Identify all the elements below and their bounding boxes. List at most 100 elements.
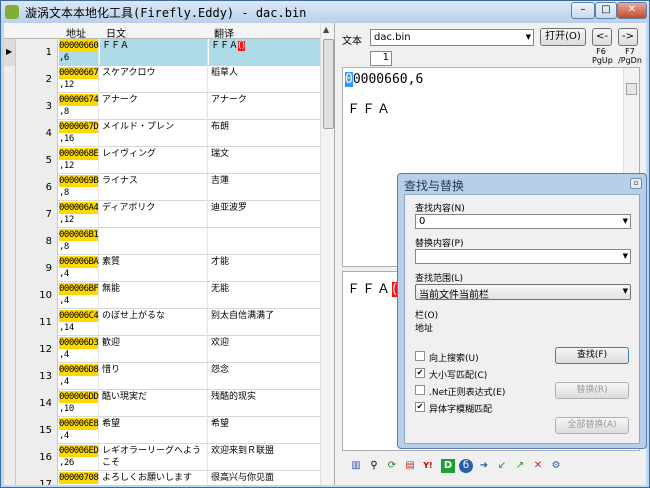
translation-cell[interactable]: 稻草人 bbox=[209, 66, 320, 93]
dialog-title[interactable]: 查找与替换 bbox=[404, 177, 464, 194]
row-selector[interactable] bbox=[4, 120, 16, 147]
table-row[interactable]: 5 0000068E ,12 レイヴィング 瑞文 bbox=[4, 147, 320, 174]
maximize-button[interactable]: □ bbox=[595, 2, 617, 19]
japanese-cell[interactable]: 酷い現実だ bbox=[100, 390, 208, 417]
table-row[interactable]: 9 000006BA ,4 素質 才能 bbox=[4, 255, 320, 282]
yahoo-translate-icon[interactable]: Y! bbox=[421, 459, 435, 473]
table-row[interactable]: 2 00000667,12 スケアクロウ 稻草人 bbox=[4, 66, 320, 93]
variant-fuzzy-checkbox[interactable]: ✔ bbox=[415, 402, 425, 412]
address-cell[interactable]: 00000708 bbox=[59, 471, 99, 485]
address-cell[interactable]: 000006B1,8 bbox=[59, 228, 99, 255]
header-japanese[interactable]: 日文 bbox=[106, 25, 126, 40]
japanese-cell[interactable]: スケアクロウ bbox=[100, 66, 208, 93]
table-row[interactable]: 15 000006E8,4 希望 希望 bbox=[4, 417, 320, 444]
translation-cell[interactable]: 希望 bbox=[209, 417, 320, 444]
header-address[interactable]: 地址 bbox=[66, 25, 86, 40]
open-button[interactable]: 打开(O) bbox=[540, 28, 586, 46]
row-selector[interactable] bbox=[4, 228, 16, 255]
translation-cell[interactable]: 才能 bbox=[209, 255, 320, 282]
forward-icon[interactable]: ➜ bbox=[477, 459, 491, 473]
address-cell[interactable]: 00000667,12 bbox=[59, 66, 99, 93]
row-selector[interactable] bbox=[4, 255, 16, 282]
delete-icon[interactable]: ✕ bbox=[531, 459, 545, 473]
dict-icon[interactable]: D bbox=[441, 459, 455, 473]
settings-icon[interactable]: ⚙ bbox=[549, 459, 563, 473]
find-button[interactable]: 查找(F) bbox=[555, 347, 629, 364]
export-icon[interactable]: ↗ bbox=[513, 459, 527, 473]
translation-cell[interactable]: 欢迎来到Ｒ联盟 bbox=[209, 444, 320, 471]
address-cell[interactable]: 0000069B ,8 bbox=[59, 174, 99, 201]
row-selector[interactable]: ▶ bbox=[4, 39, 16, 66]
find-dropdown-icon[interactable]: ▼ bbox=[623, 217, 628, 225]
translation-cell[interactable]: 怨念 bbox=[209, 363, 320, 390]
table-row[interactable]: ▶ 1 00000660,6 ＦＦＡ ＦＦＡ() bbox=[4, 39, 320, 66]
baidu-icon[interactable]: б bbox=[459, 459, 473, 473]
address-cell[interactable]: 000006DD ,10 bbox=[59, 390, 99, 417]
japanese-cell[interactable]: 希望 bbox=[100, 417, 208, 444]
scope-select[interactable]: 当前文件当前栏 ▼ bbox=[415, 284, 631, 301]
japanese-cell[interactable]: ディアボリク bbox=[100, 201, 208, 228]
address-cell[interactable]: 000006E8,4 bbox=[59, 417, 99, 444]
row-selector[interactable] bbox=[4, 201, 16, 228]
table-row[interactable]: 11 000006C4,14 のぼせ上がるな 别太自信满满了 bbox=[4, 309, 320, 336]
address-cell[interactable]: 0000068E ,12 bbox=[59, 147, 99, 174]
row-selector[interactable] bbox=[4, 444, 16, 471]
prev-button[interactable]: <- bbox=[592, 28, 612, 46]
address-cell[interactable]: 0000067D ,16 bbox=[59, 120, 99, 147]
address-cell[interactable]: 000006A4,12 bbox=[59, 201, 99, 228]
japanese-cell[interactable]: よろしくお願いします bbox=[100, 471, 208, 485]
import-icon[interactable]: ↙ bbox=[495, 459, 509, 473]
row-selector[interactable] bbox=[4, 363, 16, 390]
japanese-cell[interactable]: メイルド・プレン bbox=[100, 120, 208, 147]
row-selector[interactable] bbox=[4, 282, 16, 309]
columns-icon[interactable]: ▥ bbox=[349, 459, 363, 473]
translation-cell[interactable]: 无能 bbox=[209, 282, 320, 309]
table-row[interactable]: 13 000006D8,4 惜り 怨念 bbox=[4, 363, 320, 390]
row-selector[interactable] bbox=[4, 66, 16, 93]
refresh-icon[interactable]: ⟳ bbox=[385, 459, 399, 473]
replace-input[interactable]: ▼ bbox=[415, 249, 631, 264]
table-row[interactable]: 8 000006B1,8 bbox=[4, 228, 320, 255]
dialog-close-icon[interactable]: ▫ bbox=[630, 178, 642, 189]
address-cell[interactable]: 00000660,6 bbox=[59, 39, 99, 66]
table-row[interactable]: 14 000006DD ,10 酷い現実だ 残酷的现实 bbox=[4, 390, 320, 417]
row-selector[interactable] bbox=[4, 147, 16, 174]
header-translation[interactable]: 翻译 bbox=[214, 25, 234, 40]
row-selector[interactable] bbox=[4, 174, 16, 201]
translation-cell[interactable]: ＦＦＡ() bbox=[209, 39, 320, 66]
replace-all-button[interactable]: 全部替换(A) bbox=[555, 417, 629, 434]
row-selector[interactable] bbox=[4, 93, 16, 120]
address-cell[interactable]: 000006ED ,26 bbox=[59, 444, 99, 471]
table-row[interactable]: 4 0000067D ,16 メイルド・プレン 布朗 bbox=[4, 120, 320, 147]
find-input[interactable]: 0 ▼ bbox=[415, 214, 631, 229]
japanese-cell[interactable]: アナーク bbox=[100, 93, 208, 120]
translation-cell[interactable]: 别太自信满满了 bbox=[209, 309, 320, 336]
address-cell[interactable]: 000006D8,4 bbox=[59, 363, 99, 390]
table-row[interactable]: 12 000006D3,4 歓迎 欢迎 bbox=[4, 336, 320, 363]
title-bar[interactable]: 漩涡文本本地化工具(Firefly.Eddy) - dac.bin – □ ✕ bbox=[1, 1, 649, 23]
translation-cell[interactable]: 迪亚波罗 bbox=[209, 201, 320, 228]
next-button[interactable]: -> bbox=[618, 28, 638, 46]
translation-cell[interactable]: 欢迎 bbox=[209, 336, 320, 363]
translation-cell[interactable]: 很高兴与你见面 bbox=[209, 471, 320, 485]
scroll-up-icon[interactable]: ▲ bbox=[323, 25, 329, 34]
scroll-thumb[interactable] bbox=[323, 39, 334, 129]
japanese-cell[interactable]: 歓迎 bbox=[100, 336, 208, 363]
table-row[interactable]: 16 000006ED ,26 レギオラーリーグへようこそ 欢迎来到Ｒ联盟 bbox=[4, 444, 320, 471]
japanese-cell[interactable]: 無能 bbox=[100, 282, 208, 309]
translation-cell[interactable]: 瑞文 bbox=[209, 147, 320, 174]
regex-checkbox[interactable] bbox=[415, 385, 425, 395]
editor-scroll-thumb[interactable] bbox=[626, 83, 637, 95]
table-row[interactable]: 10 000006BF ,4 無能 无能 bbox=[4, 282, 320, 309]
translation-cell[interactable]: アナーク bbox=[209, 93, 320, 120]
address-cell[interactable]: 000006BF ,4 bbox=[59, 282, 99, 309]
japanese-cell[interactable]: 素質 bbox=[100, 255, 208, 282]
close-button[interactable]: ✕ bbox=[617, 2, 647, 19]
minimize-button[interactable]: – bbox=[571, 2, 595, 19]
row-selector[interactable] bbox=[4, 390, 16, 417]
japanese-cell[interactable]: レギオラーリーグへようこそ bbox=[100, 444, 208, 471]
translation-cell[interactable]: 布朗 bbox=[209, 120, 320, 147]
japanese-cell[interactable]: ＦＦＡ bbox=[100, 39, 208, 66]
document-icon[interactable]: ▤ bbox=[403, 459, 417, 473]
row-selector[interactable] bbox=[4, 417, 16, 444]
